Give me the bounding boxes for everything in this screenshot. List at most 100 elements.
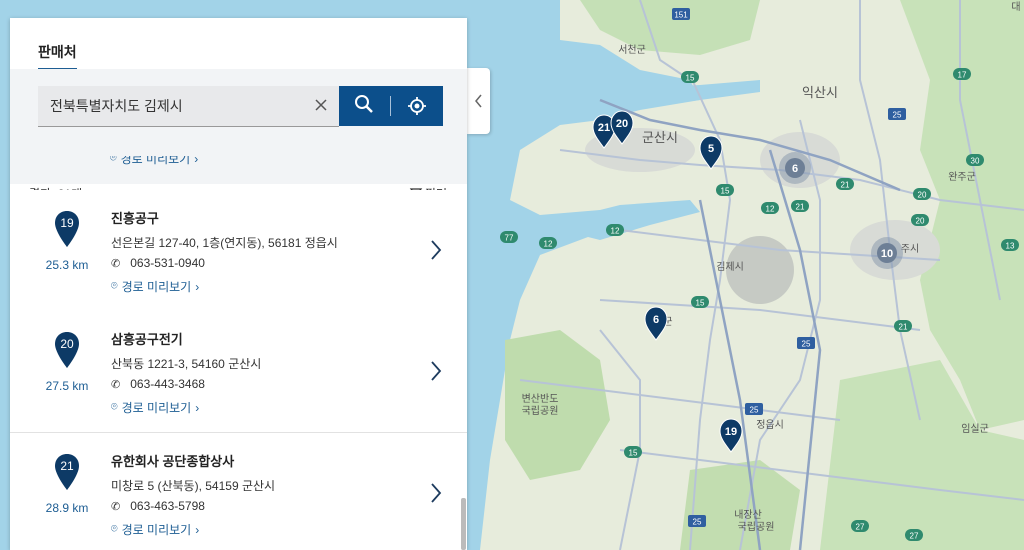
store-name: 진흥공구	[111, 211, 159, 226]
map-label-byeonsan1: 변산반도	[522, 393, 559, 405]
road-shield: 15	[691, 296, 709, 308]
pin-number: 21	[60, 459, 74, 473]
distance: 27.5 km	[45, 379, 89, 393]
road-shield: 25	[888, 108, 906, 120]
search-icon	[355, 95, 373, 113]
route-preview-label: 경로 미리보기	[121, 280, 192, 294]
map-label-imsil: 임실군	[961, 422, 989, 435]
store-phone: ✆ 063-463-5798	[111, 499, 205, 513]
road-shield: 21	[836, 178, 854, 190]
svg-text:6: 6	[792, 163, 798, 175]
cluster-marker[interactable]: 6	[779, 152, 811, 184]
svg-text:77: 77	[505, 234, 514, 243]
phone-number: 063-443-3468	[130, 377, 205, 391]
route-preview-link[interactable]: ⌾ 경로 미리보기 ›	[111, 399, 199, 416]
cluster-marker[interactable]: 10	[871, 237, 903, 269]
list-item[interactable]: 21 28.9 km 유한회사 공단종합상사 미창로 5 (산북동), 5415…	[10, 433, 467, 550]
search-box	[38, 86, 339, 127]
pin-outline-icon: ⌾	[111, 523, 118, 535]
phone-number: 063-463-5798	[130, 499, 205, 513]
svg-text:27: 27	[910, 532, 919, 541]
chevron-right-icon: ›	[195, 522, 200, 537]
chevron-right-icon: ›	[195, 400, 200, 415]
road-shield: 30	[966, 154, 984, 166]
svg-text:21: 21	[598, 122, 610, 134]
road-shield: 21	[791, 200, 809, 212]
road-shield: 25	[745, 403, 763, 415]
chevron-right-icon[interactable]	[428, 359, 444, 383]
road-shield: 12	[606, 224, 624, 236]
map-label-iksan: 익산시	[802, 85, 838, 100]
tab-sellers[interactable]: 판매처	[38, 42, 77, 70]
svg-text:6: 6	[653, 314, 659, 326]
road-shield: 77	[500, 231, 518, 243]
road-shield: 20	[913, 188, 931, 200]
svg-text:17: 17	[958, 71, 967, 80]
chevron-left-icon	[475, 94, 482, 108]
map-label-jeonju: 주시	[901, 243, 919, 255]
svg-text:12: 12	[766, 205, 775, 214]
road-shield: 25	[688, 515, 706, 527]
panel-collapse-button[interactable]	[467, 68, 490, 134]
svg-text:15: 15	[696, 299, 705, 308]
route-preview-link[interactable]: ⌾ 경로 미리보기 ›	[110, 156, 198, 167]
crosshair-icon	[408, 97, 426, 115]
pin-outline-icon: ⌾	[111, 401, 118, 413]
search-input[interactable]	[50, 96, 300, 116]
store-locator-panel: 판매처 결과: 21개 필터 ⌾ 경로 미리보기 ›	[10, 18, 467, 550]
svg-text:20: 20	[916, 217, 925, 226]
route-preview-link[interactable]: ⌾ 경로 미리보기 ›	[111, 521, 199, 538]
chevron-right-icon[interactable]	[428, 238, 444, 262]
route-preview-link[interactable]: ⌾ 경로 미리보기 ›	[111, 278, 199, 295]
road-shield: 12	[761, 202, 779, 214]
map-label-naejang1: 내장산	[734, 509, 762, 521]
store-phone: ✆ 063-531-0940	[111, 256, 205, 270]
store-address: 미창로 5 (산북동), 54159 군산시	[111, 479, 276, 493]
list-item-partial[interactable]: ⌾ 경로 미리보기 ›	[10, 156, 467, 191]
map-label-gunsan: 군산시	[642, 130, 678, 145]
svg-text:30: 30	[971, 157, 980, 166]
svg-text:15: 15	[629, 449, 638, 458]
map-label-jeongeup: 정읍시	[756, 419, 784, 431]
scrollbar[interactable]	[461, 498, 466, 550]
map-pin-icon: 19	[55, 211, 79, 247]
svg-text:27: 27	[856, 523, 865, 532]
store-name: 삼흥공구전기	[111, 332, 183, 347]
chevron-right-icon[interactable]	[428, 481, 444, 505]
close-icon[interactable]	[311, 95, 331, 115]
svg-text:15: 15	[686, 74, 695, 83]
pin-number: 20	[60, 337, 74, 351]
locate-button[interactable]	[391, 86, 443, 126]
svg-text:20: 20	[616, 118, 628, 130]
store-phone: ✆ 063-443-3468	[111, 377, 205, 391]
svg-text:12: 12	[544, 240, 553, 249]
svg-text:25: 25	[802, 340, 811, 349]
road-shield: 151	[672, 8, 690, 20]
road-shield: 27	[905, 529, 923, 541]
svg-text:19: 19	[725, 426, 737, 438]
svg-text:25: 25	[750, 406, 759, 415]
tab-bar: 판매처	[10, 18, 467, 70]
distance: 25.3 km	[45, 258, 89, 272]
chevron-right-icon: ›	[195, 279, 200, 294]
map-pin-icon: 20	[55, 332, 79, 368]
svg-text:20: 20	[918, 191, 927, 200]
road-shield: 15	[716, 184, 734, 196]
pin-number: 19	[60, 216, 74, 230]
svg-text:21: 21	[841, 181, 850, 190]
svg-text:25: 25	[893, 111, 902, 120]
list-item[interactable]: 20 27.5 km 삼흥공구전기 산북동 1221-3, 54160 군산시 …	[10, 311, 467, 433]
map-label-seocheon: 서천군	[618, 44, 646, 56]
phone-icon: ✆	[111, 500, 121, 513]
road-shield: 15	[681, 71, 699, 83]
svg-text:21: 21	[796, 203, 805, 212]
svg-text:13: 13	[1006, 242, 1015, 251]
road-shield: 15	[624, 446, 642, 458]
map-label-wanju: 완주군	[948, 171, 976, 183]
search-button[interactable]	[339, 86, 390, 126]
route-preview-label: 경로 미리보기	[121, 401, 192, 415]
search-button-group	[339, 86, 443, 126]
road-shield: 17	[953, 68, 971, 80]
list-item[interactable]: 19 25.3 km 진흥공구 선은본길 127-40, 1층(연지동), 56…	[10, 190, 467, 312]
route-preview-label: 경로 미리보기	[121, 523, 192, 537]
